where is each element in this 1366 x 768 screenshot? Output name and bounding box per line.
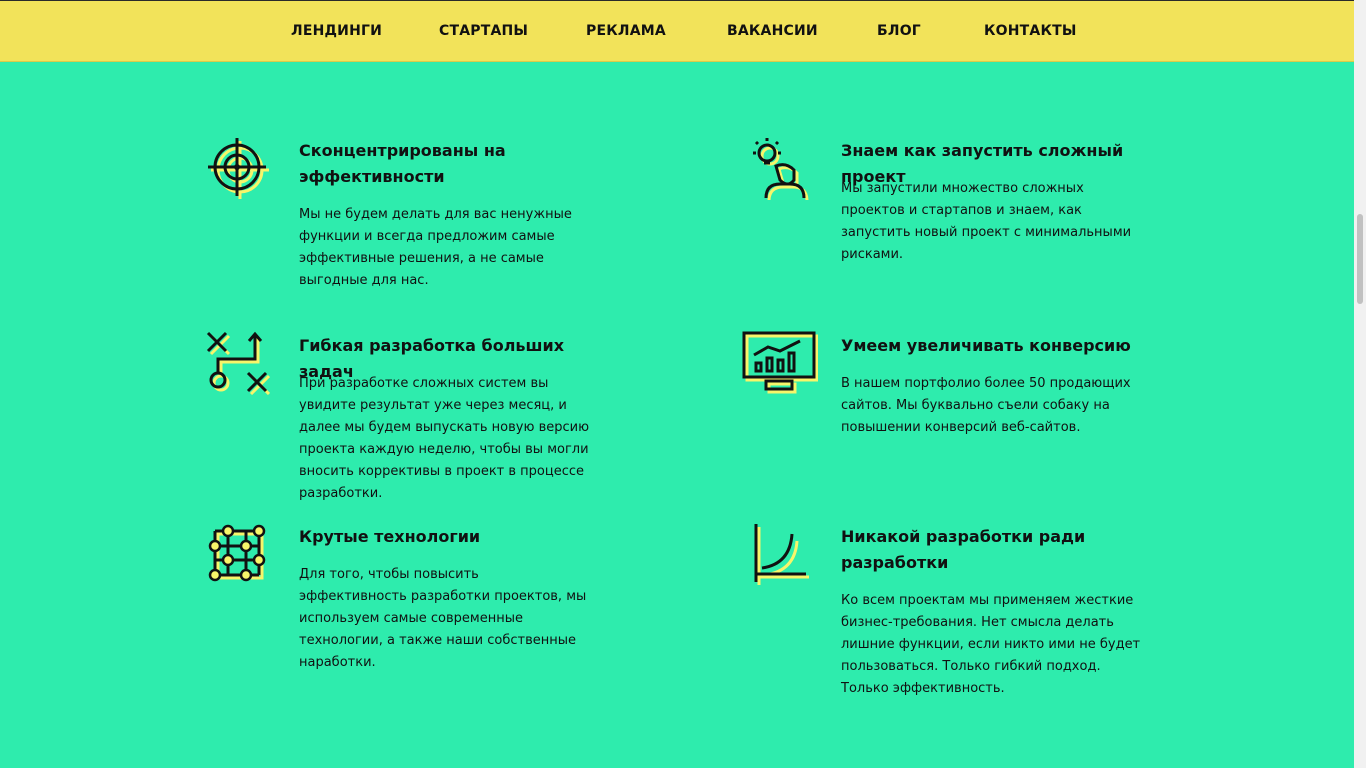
- feature-title: Крутые технологии: [299, 527, 481, 546]
- feature-title: Сконцентрированы на эффективности: [299, 141, 506, 186]
- feature-description: Ко всем проектам мы применяем жесткие би…: [841, 593, 1141, 696]
- nav-link-vacancies[interactable]: ВАКАНСИИ: [727, 23, 818, 39]
- feature-description: При разработке сложных систем вы увидите…: [299, 376, 590, 501]
- feature-title: Никакой разработки ради разработки: [841, 527, 1086, 572]
- growth-curve-icon: [754, 524, 809, 585]
- top-navigation: ЛЕНДИНГИ СТАРТАПЫ РЕКЛАМА ВАКАНСИИ БЛОГ …: [0, 0, 1354, 62]
- nav-link-blog[interactable]: БЛОГ: [877, 23, 921, 39]
- feature-description: Мы не будем делать для вас ненужные функ…: [299, 207, 572, 288]
- nav-link-startups[interactable]: СТАРТАПЫ: [439, 23, 528, 39]
- scrollbar-thumb[interactable]: [1357, 214, 1363, 304]
- monitor-chart-icon: [742, 331, 818, 394]
- page-scrollbar[interactable]: [1354, 0, 1366, 768]
- feature-title: Умеем увеличивать конверсию: [841, 336, 1131, 355]
- feature-description: В нашем портфолио более 50 продающих сай…: [841, 376, 1131, 435]
- strategy-icon: [206, 331, 270, 395]
- nav-link-landings[interactable]: ЛЕНДИНГИ: [291, 23, 382, 39]
- nav-link-contacts[interactable]: КОНТАКТЫ: [984, 23, 1077, 39]
- feature-description: Для того, чтобы повысить эффективность р…: [299, 567, 587, 670]
- network-grid-icon: [208, 524, 266, 582]
- idea-person-icon: [753, 138, 809, 200]
- target-icon: [208, 138, 269, 199]
- feature-description: Мы запустили множество сложных проектов …: [841, 181, 1132, 262]
- nav-link-advertising[interactable]: РЕКЛАМА: [586, 23, 666, 39]
